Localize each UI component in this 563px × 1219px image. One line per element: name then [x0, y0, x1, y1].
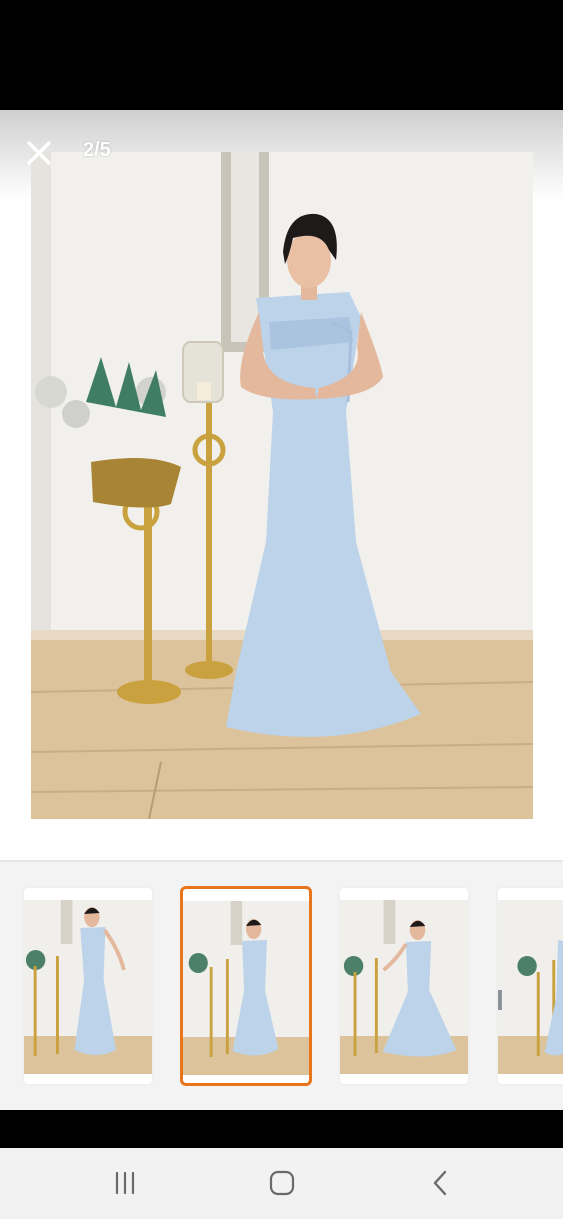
thumbnail-3[interactable] — [338, 886, 470, 1086]
thumbnail-4[interactable] — [496, 886, 563, 1086]
back-icon[interactable] — [420, 1166, 460, 1200]
image-viewer: 2/5 — [0, 110, 563, 860]
thumbnail-2[interactable] — [180, 886, 312, 1086]
image-counter: 2/5 — [83, 139, 111, 161]
status-bar — [0, 0, 563, 110]
system-navigation-bar — [0, 1148, 563, 1219]
main-photo[interactable] — [31, 152, 533, 819]
home-icon[interactable] — [262, 1166, 302, 1200]
thumbnail-strip[interactable] — [0, 862, 563, 1110]
bottom-black-band — [0, 1110, 563, 1148]
recents-icon[interactable] — [105, 1166, 145, 1200]
close-icon[interactable] — [22, 136, 56, 170]
thumbnail-1[interactable] — [22, 886, 154, 1086]
